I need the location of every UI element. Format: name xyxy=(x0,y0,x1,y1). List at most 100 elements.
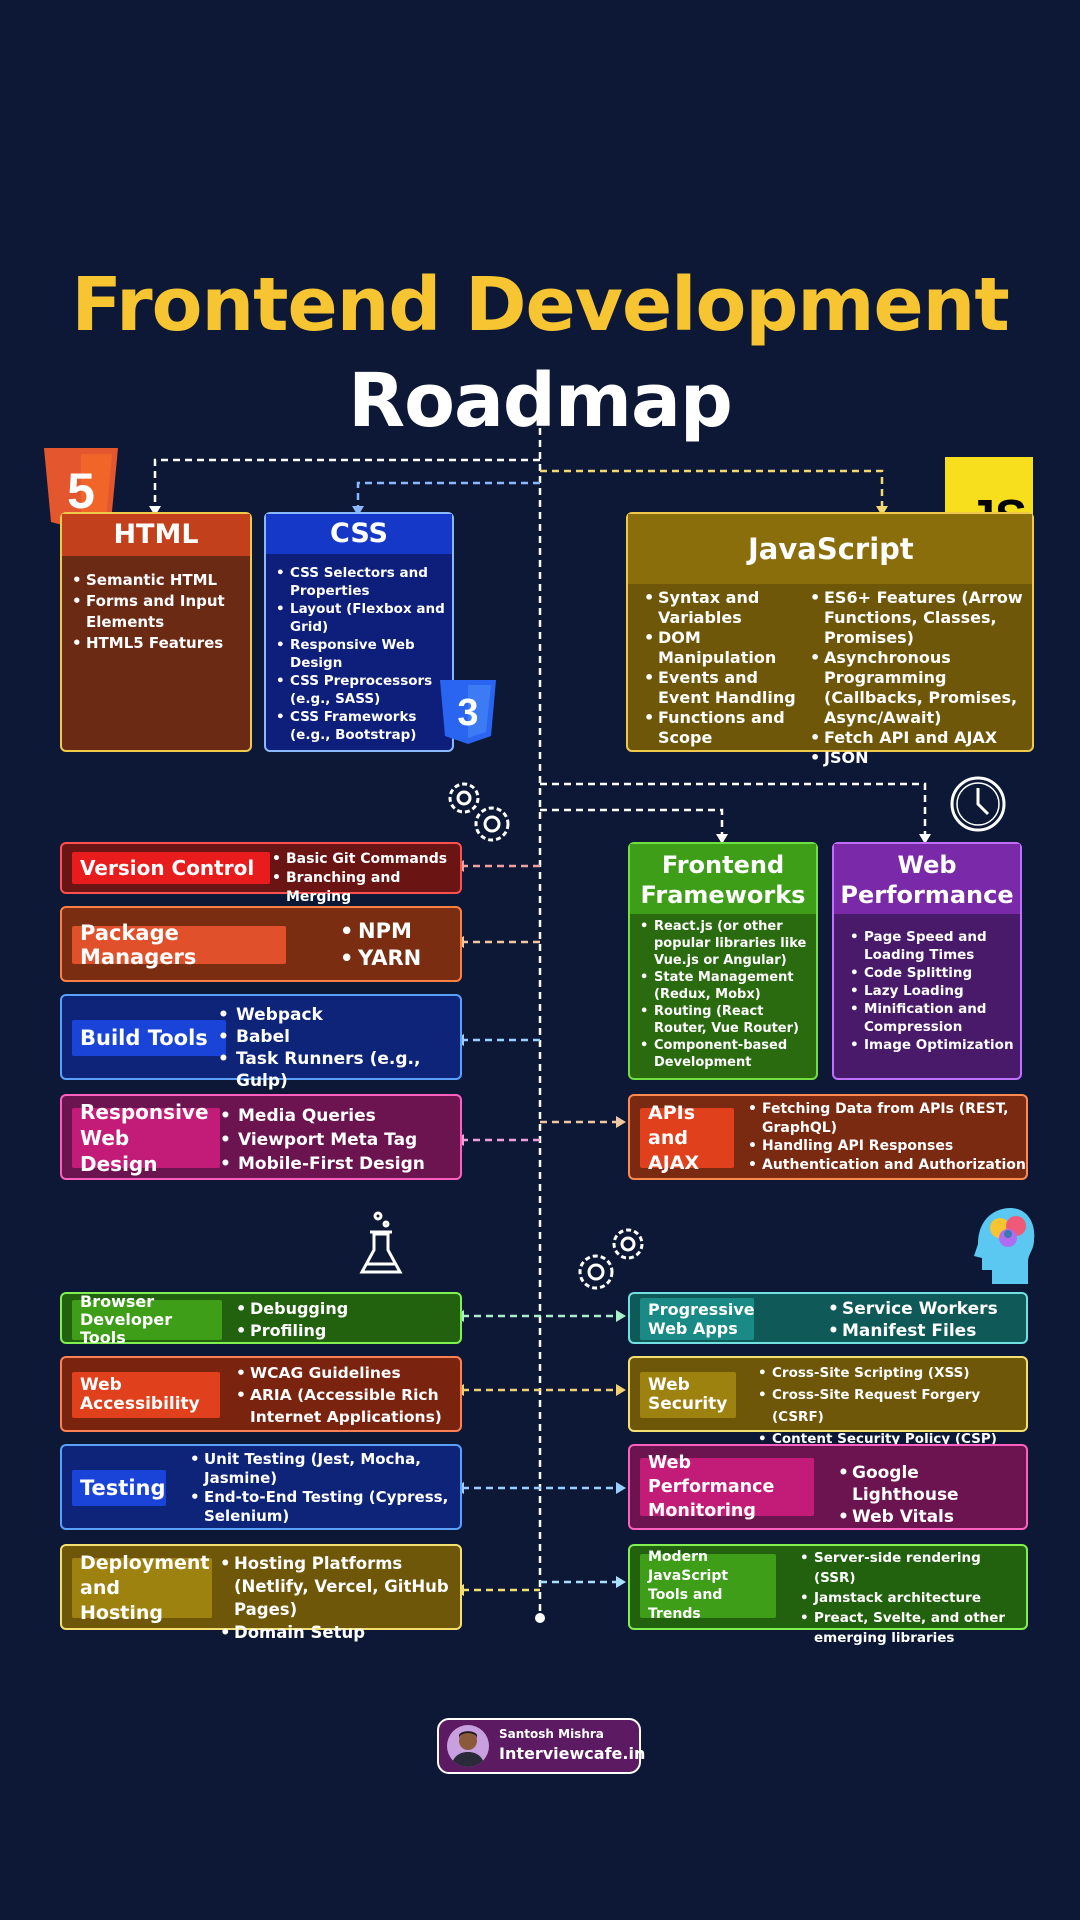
list-item: Syntax and Variables xyxy=(642,588,802,628)
list-item: Preact, Svelte, and other emerging libra… xyxy=(798,1608,1026,1648)
build-tools-box: Build Tools Webpack Babel Task Runners (… xyxy=(60,994,462,1091)
responsive-list: Media Queries Viewport Meta Tag Mobile-F… xyxy=(218,1104,425,1176)
list-item: Webpack xyxy=(216,1004,460,1026)
accessibility-list: WCAG Guidelines ARIA (Accessible Rich In… xyxy=(234,1362,458,1428)
modern-js-list: Server-side rendering (SSR) Jamstack arc… xyxy=(798,1548,1026,1648)
avatar xyxy=(447,1725,489,1767)
perf-monitoring-box: Web Performance Monitoring Google Lighth… xyxy=(628,1444,1028,1530)
list-item: Debugging xyxy=(234,1298,348,1320)
list-item: NPM xyxy=(338,918,421,945)
version-control-box: Version Control Basic Git Commands Branc… xyxy=(60,842,462,905)
list-item: Babel xyxy=(216,1026,460,1048)
list-item: Authentication and Authorization xyxy=(746,1156,1026,1175)
list-item: Branching and Merging xyxy=(270,869,460,907)
security-label: Web Security xyxy=(640,1372,736,1418)
css-box: CSS CSS Selectors and Properties Layout … xyxy=(264,512,454,752)
modern-js-label: Modern JavaScript Tools and Trends xyxy=(640,1549,776,1622)
testing-list: Unit Testing (Jest, Mocha, Jasmine) End-… xyxy=(188,1450,458,1526)
list-item: Basic Git Commands xyxy=(270,850,460,869)
list-item: Cross-Site Request Forgery (CSRF) xyxy=(756,1384,1026,1428)
list-item: Code Splitting xyxy=(848,964,1014,982)
gears-icon xyxy=(574,1222,654,1296)
list-item: Hosting Platforms (Netlify, Vercel, GitH… xyxy=(218,1552,458,1621)
pwa-label: Progressive Web Apps xyxy=(640,1298,755,1340)
version-control-list: Basic Git Commands Branching and Merging xyxy=(270,850,460,907)
css3-logo-text: 3 xyxy=(457,692,478,734)
pwa-list: Service Workers Manifest Files xyxy=(826,1298,998,1342)
author-site: Interviewcafe.in xyxy=(499,1744,646,1763)
list-item: WCAG Guidelines xyxy=(234,1362,458,1384)
html5-logo-text: 5 xyxy=(67,463,95,519)
list-item: ARIA (Accessible Rich Internet Applicati… xyxy=(234,1384,458,1428)
list-item: Forms and Input Elements xyxy=(70,591,242,633)
list-item: State Management (Redux, Mobx) xyxy=(638,969,810,1003)
build-tools-label: Build Tools xyxy=(72,1020,226,1056)
list-item: Lazy Loading xyxy=(848,982,1014,1000)
apis-label: APIs and AJAX xyxy=(640,1102,734,1174)
list-item: Semantic HTML xyxy=(70,570,242,591)
javascript-title: JavaScript xyxy=(628,514,1032,584)
list-item: Fetch API and AJAX xyxy=(808,728,1030,748)
devtools-box: Browser Developer Tools Debugging Profil… xyxy=(60,1292,462,1347)
list-item: Asynchronous Programming (Callbacks, Pro… xyxy=(808,648,1030,728)
list-item: Manifest Files xyxy=(826,1320,998,1342)
list-item: Mobile-First Design xyxy=(218,1152,425,1176)
web-performance-box: Web Performance Page Speed and Loading T… xyxy=(832,842,1022,1080)
responsive-box: Responsive Web Design Media Queries View… xyxy=(60,1094,462,1180)
testing-label: Testing xyxy=(72,1470,166,1506)
author-badge[interactable]: Santosh Mishra Interviewcafe.in xyxy=(437,1718,645,1774)
author-name: Santosh Mishra xyxy=(499,1727,604,1741)
pwa-box: Progressive Web Apps Service Workers Man… xyxy=(628,1292,1028,1344)
web-performance-list: Page Speed and Loading Times Code Splitt… xyxy=(834,914,1020,1054)
testing-box: Testing Unit Testing (Jest, Mocha, Jasmi… xyxy=(60,1444,462,1530)
list-item: React.js (or other popular libraries lik… xyxy=(638,918,810,969)
package-managers-box: Package Managers NPM YARN xyxy=(60,906,462,982)
list-item: Unit Testing (Jest, Mocha, Jasmine) xyxy=(188,1450,458,1488)
apis-list: Fetching Data from APIs (REST, GraphQL) … xyxy=(746,1100,1026,1174)
list-item: Events and Event Handling xyxy=(642,668,802,708)
clock-icon xyxy=(948,774,1008,834)
frameworks-box: Frontend Frameworks React.js (or other p… xyxy=(628,842,818,1080)
list-item: CSS Preprocessors (e.g., SASS) xyxy=(274,672,446,708)
list-item: Layout (Flexbox and Grid) xyxy=(274,600,446,636)
list-item: Viewport Meta Tag xyxy=(218,1128,425,1152)
html-title: HTML xyxy=(62,514,250,556)
security-box: Web Security Cross-Site Scripting (XSS) … xyxy=(628,1356,1028,1450)
list-item: Media Queries xyxy=(218,1104,425,1128)
list-item: Server-side rendering (SSR) xyxy=(798,1548,1026,1588)
perf-monitoring-label: Web Performance Monitoring xyxy=(640,1453,814,1521)
responsive-label: Responsive Web Design xyxy=(72,1100,220,1176)
list-item: Page Speed and Loading Times xyxy=(848,928,1014,964)
devtools-list: Debugging Profiling xyxy=(234,1298,348,1342)
list-item: YARN xyxy=(338,945,421,972)
deployment-list: Hosting Platforms (Netlify, Vercel, GitH… xyxy=(218,1552,458,1644)
frameworks-list: React.js (or other popular libraries lik… xyxy=(630,914,816,1071)
devtools-label: Browser Developer Tools xyxy=(72,1293,222,1347)
modern-js-box: Modern JavaScript Tools and Trends Serve… xyxy=(628,1544,1028,1646)
security-list: Cross-Site Scripting (XSS) Cross-Site Re… xyxy=(756,1362,1026,1450)
javascript-col1: Syntax and Variables DOM Manipulation Ev… xyxy=(642,588,802,748)
apis-box: APIs and AJAX Fetching Data from APIs (R… xyxy=(628,1094,1028,1180)
brain-head-icon xyxy=(968,1204,1038,1286)
html-box: HTML Semantic HTML Forms and Input Eleme… xyxy=(60,512,252,752)
list-item: Responsive Web Design xyxy=(274,636,446,672)
list-item: Functions and Scope xyxy=(642,708,802,748)
build-tools-list: Webpack Babel Task Runners (e.g., Gulp) xyxy=(216,1004,460,1092)
list-item: DOM Manipulation xyxy=(642,628,802,668)
package-managers-label: Package Managers xyxy=(72,921,286,969)
list-item: ES6+ Features (Arrow Functions, Classes,… xyxy=(808,588,1030,648)
javascript-col2: ES6+ Features (Arrow Functions, Classes,… xyxy=(808,588,1030,768)
list-item: Service Workers xyxy=(826,1298,998,1320)
javascript-box: JavaScript Syntax and Variables DOM Mani… xyxy=(626,512,1034,768)
list-item: Jamstack architecture xyxy=(798,1588,1026,1608)
css3-logo-icon: 3 xyxy=(440,680,496,744)
perf-monitoring-list: Google Lighthouse Web Vitals xyxy=(836,1462,1026,1528)
list-item: Domain Setup xyxy=(218,1621,458,1644)
list-item: Profiling xyxy=(234,1320,348,1342)
list-item: CSS Frameworks (e.g., Bootstrap) xyxy=(274,708,446,744)
package-managers-list: NPM YARN xyxy=(338,918,421,972)
list-item: Cross-Site Scripting (XSS) xyxy=(756,1362,1026,1384)
list-item: Google Lighthouse xyxy=(836,1462,1026,1506)
gears-icon xyxy=(440,774,516,848)
list-item: Handling API Responses xyxy=(746,1137,1026,1156)
